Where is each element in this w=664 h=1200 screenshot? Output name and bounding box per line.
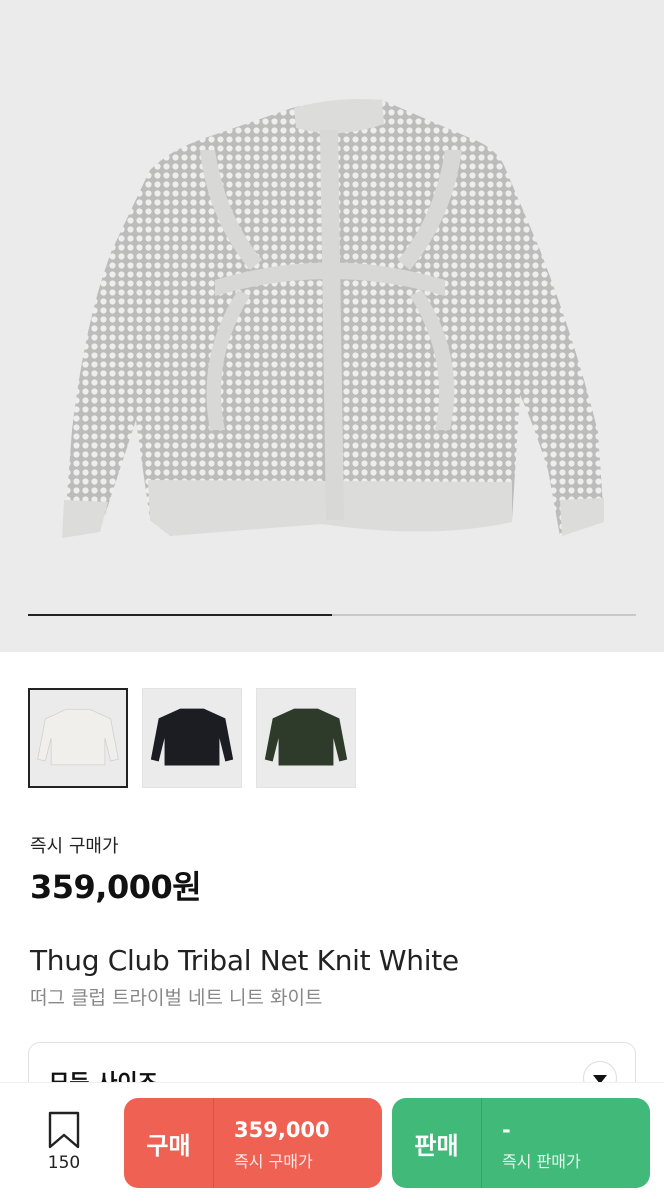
- wishlist-button[interactable]: 150: [38, 1111, 90, 1173]
- buy-button-price: 359,000: [234, 1118, 330, 1142]
- wishlist-count: 150: [47, 1153, 81, 1173]
- instant-buy-price-label: 즉시 구매가: [30, 836, 119, 857]
- buy-button-sublabel: 즉시 구매가: [234, 1152, 313, 1171]
- gallery-progress-fill: [28, 614, 332, 616]
- sell-button-sublabel: 즉시 판매가: [502, 1152, 581, 1171]
- bookmark-icon: [48, 1111, 80, 1149]
- thumbnail-white[interactable]: [28, 688, 128, 788]
- buy-button[interactable]: 구매 359,000 즉시 구매가: [124, 1098, 382, 1188]
- buy-button-label: 구매: [124, 1098, 214, 1188]
- thumbnail-strip: [28, 688, 356, 788]
- product-name-english: Thug Club Tribal Net Knit White: [30, 944, 459, 977]
- sell-button[interactable]: 판매 - 즉시 판매가: [392, 1098, 650, 1188]
- instant-buy-price: 359,000원: [30, 868, 202, 906]
- bottom-action-bar: 150 구매 359,000 즉시 구매가 판매 - 즉시 판매가: [0, 1082, 664, 1200]
- thumbnail-green[interactable]: [256, 688, 356, 788]
- product-name-korean: 떠그 클럽 트라이벌 네트 니트 화이트: [30, 987, 323, 1009]
- sell-button-price: -: [502, 1118, 511, 1142]
- gallery-progress-track: [28, 614, 636, 616]
- sweater-image: [62, 99, 604, 538]
- thumbnail-black[interactable]: [142, 688, 242, 788]
- sell-button-label: 판매: [392, 1098, 482, 1188]
- product-image-gallery[interactable]: [0, 0, 664, 652]
